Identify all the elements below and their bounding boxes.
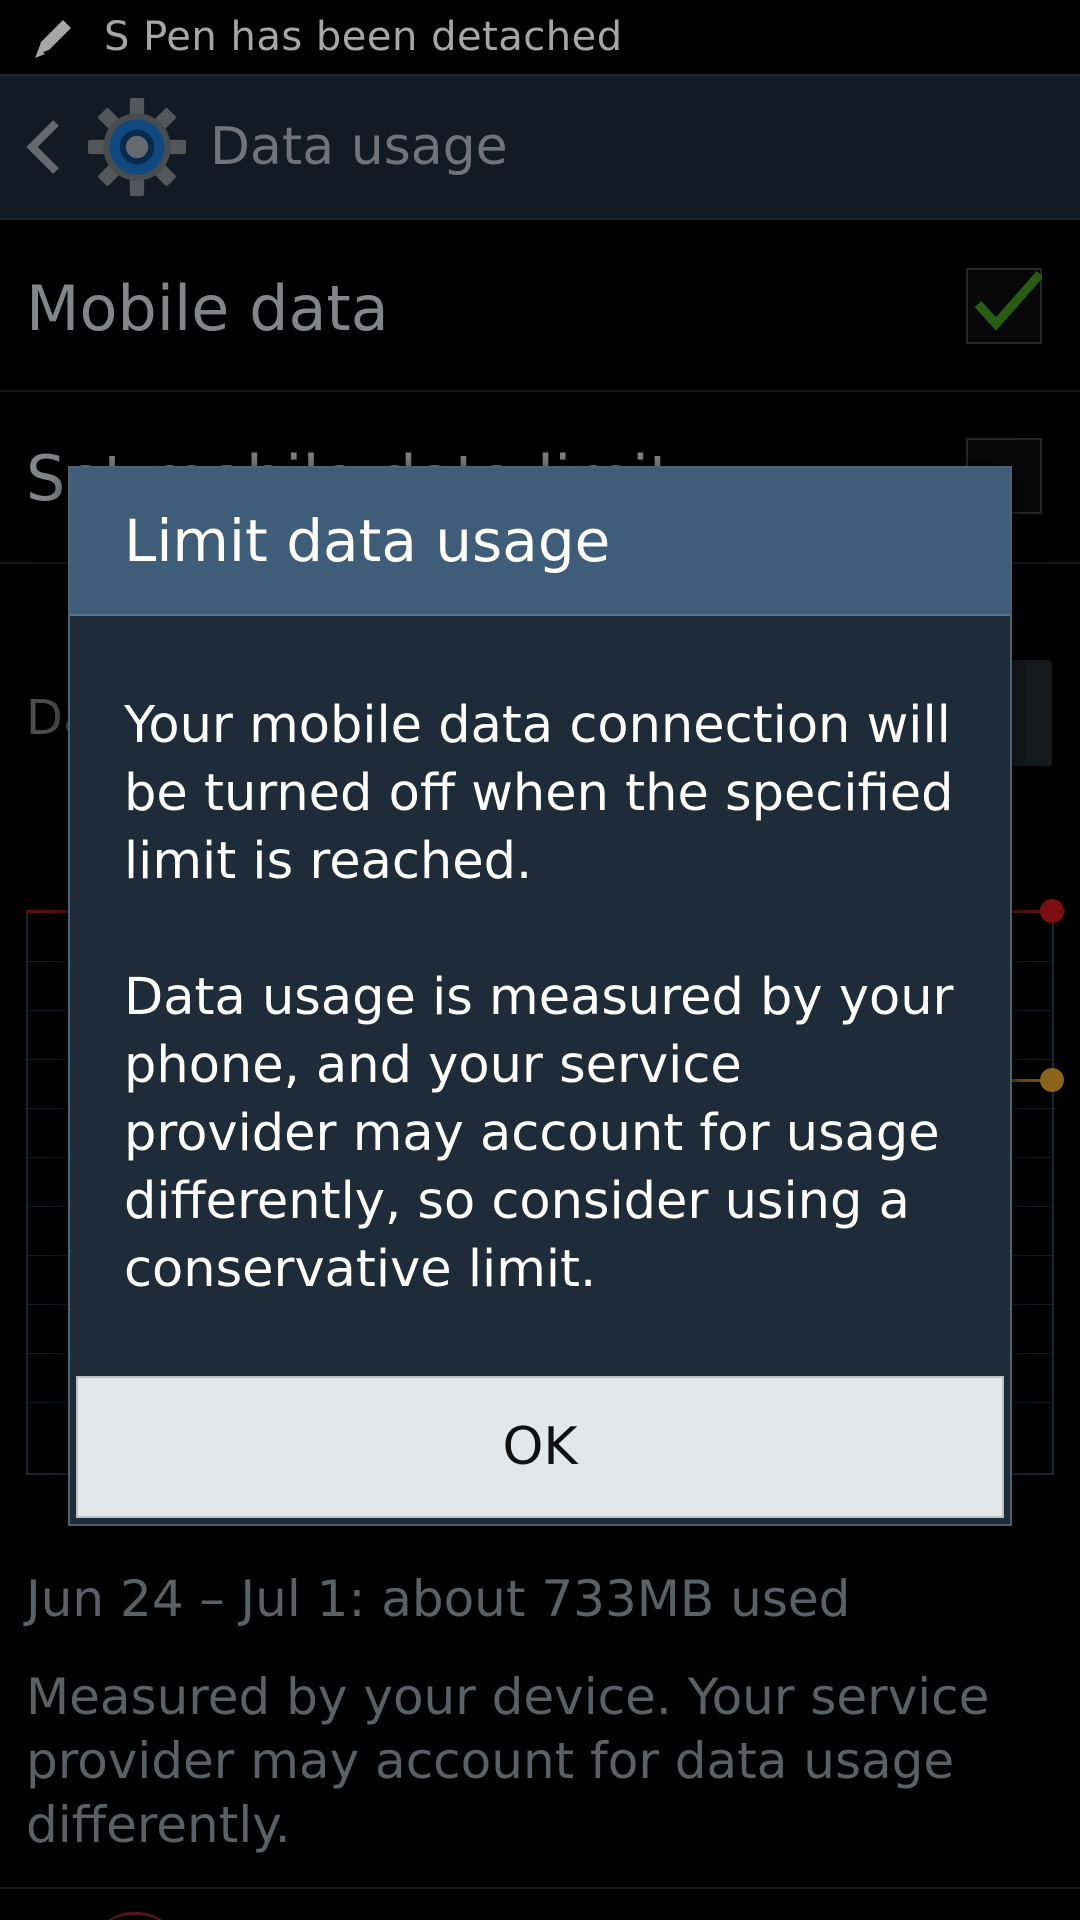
dialog-header: Limit data usage xyxy=(70,468,1010,616)
limit-data-dialog: Limit data usage Your mobile data connec… xyxy=(68,466,1012,1526)
dialog-message-2: Data usage is measured by your phone, an… xyxy=(124,968,954,1299)
dialog-message-1: Your mobile data connection will be turn… xyxy=(124,696,954,891)
screen: S Pen has been detached Data usage Mobil… xyxy=(0,0,1080,1920)
dialog-body: Your mobile data connection will be turn… xyxy=(70,616,1010,1304)
dialog-title: Limit data usage xyxy=(124,507,611,575)
ok-button[interactable]: OK xyxy=(76,1376,1004,1518)
